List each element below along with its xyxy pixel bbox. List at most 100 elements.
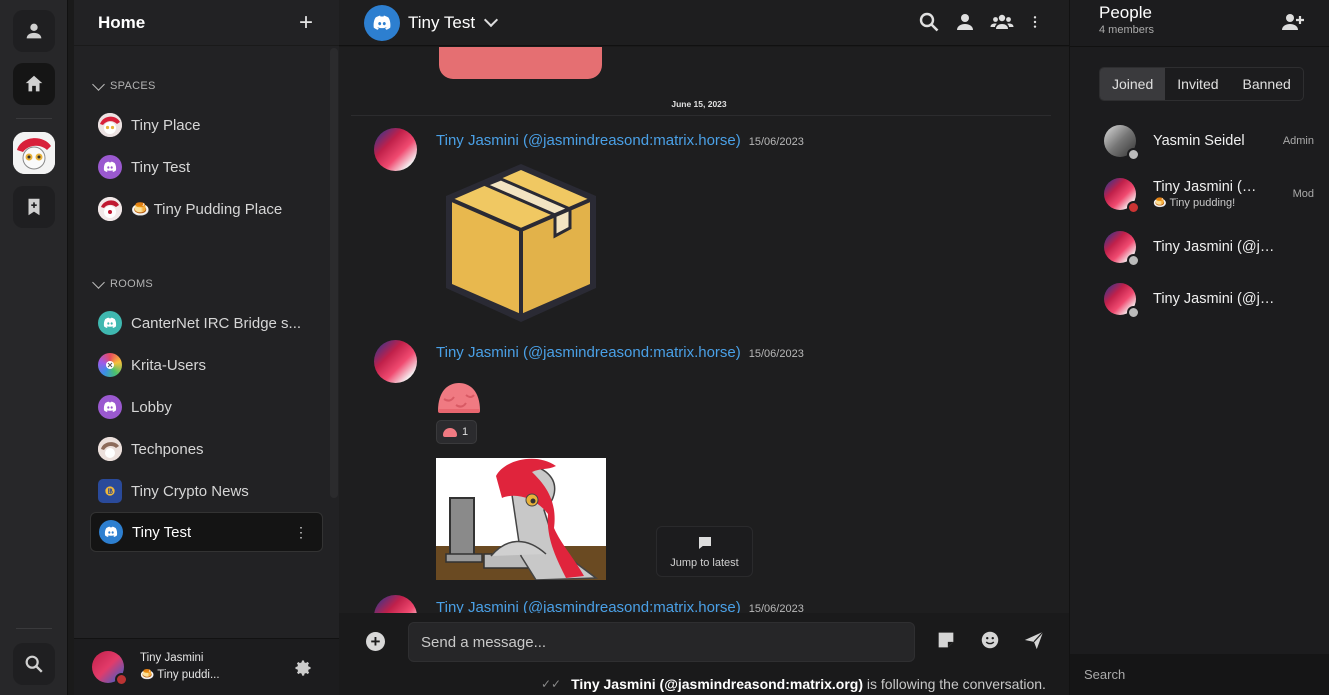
people-divider [1070, 46, 1329, 47]
room-avatar[interactable] [364, 4, 400, 41]
read-receipt-notice: ✓✓ Tiny Jasmini (@jasmindreasond:matrix.… [541, 676, 1046, 692]
room-item-krita-users[interactable]: Krita-Users [90, 345, 323, 385]
member-item[interactable]: Tiny Jasmini (@jasmindreasond) [1104, 281, 1314, 319]
send-icon[interactable] [1023, 629, 1045, 651]
chevron-down-icon [92, 77, 105, 91]
spaces-section-header[interactable]: SPACES [92, 77, 156, 92]
spaces-section-label: SPACES [110, 80, 156, 92]
member-item[interactable]: Yasmin Seidel Admin [1104, 123, 1314, 161]
people-icon[interactable] [989, 10, 1015, 34]
reaction-count: 1 [462, 426, 469, 438]
date-separator: June 15, 2023 [671, 99, 727, 109]
presence-dot [1127, 306, 1140, 319]
space-item-label: 🍮 Tiny Pudding Place [131, 201, 283, 218]
pudding-emoji [438, 383, 480, 413]
member-search-input[interactable] [1070, 654, 1329, 695]
emoji-icon[interactable] [979, 629, 1001, 651]
reaction-pill[interactable]: 1 [436, 420, 477, 444]
room-options-icon[interactable]: ⋮ [294, 524, 308, 541]
rail-divider [16, 628, 52, 629]
presence-dot [1127, 148, 1140, 161]
room-header: Tiny Test [339, 0, 1069, 46]
person-icon[interactable] [953, 10, 977, 34]
member-item[interactable]: Tiny Jasmini (@jasmindreasond:matrix.hor… [1104, 176, 1314, 214]
message-icon [698, 537, 711, 549]
avatar[interactable] [374, 595, 417, 613]
avatar[interactable] [374, 340, 417, 383]
avatar[interactable] [374, 128, 417, 171]
member-name: Tiny Jasmini (@jasmindreasond:matrix.org… [1153, 239, 1277, 255]
bookmark-icon [28, 198, 40, 216]
member-item[interactable]: Tiny Jasmini (@jasmindreasond:matrix.org… [1104, 229, 1314, 267]
user-panel: Tiny Jasmini 🍮 Tiny puddi... [74, 638, 339, 695]
space-item-tiny-pudding-place[interactable]: 🍮 Tiny Pudding Place [90, 189, 323, 229]
avatar [1104, 283, 1140, 319]
discord-icon [373, 15, 391, 30]
sender-name[interactable]: Tiny Jasmini (@jasmindreasond:matrix.hor… [436, 132, 741, 149]
user-status: 🍮 Tiny puddi... [140, 669, 220, 681]
space-item-label: Tiny Test [131, 158, 191, 176]
package-sticker[interactable] [436, 156, 606, 326]
room-sidebar: Home + SPACES Tiny Place Tiny Test 🍮 Tin… [74, 0, 339, 695]
invite-user-icon[interactable] [1281, 10, 1305, 34]
tab-joined[interactable]: Joined [1100, 68, 1166, 100]
person-icon [26, 23, 42, 39]
pony-avatar-icon [13, 132, 55, 174]
tab-invited[interactable]: Invited [1165, 68, 1230, 100]
room-item-tiny-test[interactable]: Tiny Test ⋮ [90, 512, 323, 552]
timeline[interactable]: June 15, 2023 Tiny Jasmini (@jasmindreas… [339, 47, 1069, 613]
space-tiny-place-button[interactable] [13, 132, 55, 174]
jump-to-latest-button[interactable]: Jump to latest [656, 526, 753, 577]
member-count: 4 members [1099, 24, 1155, 36]
following-user[interactable]: Tiny Jasmini (@jasmindreasond:matrix.org… [571, 676, 863, 692]
sender-name[interactable]: Tiny Jasmini (@jasmindreasond:matrix.hor… [436, 344, 741, 361]
search-button[interactable] [13, 643, 55, 685]
user-name: Tiny Jasmini [140, 652, 204, 664]
attach-icon[interactable]: + [366, 632, 385, 651]
member-name: Tiny Jasmini (@jasmindreasond) [1153, 291, 1277, 307]
room-item-label: Lobby [131, 398, 172, 416]
room-title[interactable]: Tiny Test [408, 13, 475, 33]
sidebar-scrollbar[interactable] [330, 48, 338, 498]
avatar[interactable] [92, 651, 128, 686]
sidebar-header: Home + [74, 0, 339, 46]
room-item-techpones[interactable]: Techpones [90, 429, 323, 469]
more-options-icon[interactable] [1027, 10, 1043, 34]
checkmark-icon: ✓✓ [541, 677, 562, 691]
discord-icon [99, 520, 123, 544]
sender-name[interactable]: Tiny Jasmini (@jasmindreasond:matrix.hor… [436, 599, 741, 613]
room-item-label: Tiny Test [132, 523, 192, 541]
room-item-lobby[interactable]: Lobby [90, 387, 323, 427]
add-icon[interactable]: + [299, 10, 313, 35]
rooms-section-header[interactable]: ROOMS [92, 275, 153, 290]
message-composer: + ✓✓ Tiny Jasmini (@jasmindreasond:matri… [339, 613, 1069, 695]
gear-icon[interactable] [293, 658, 313, 678]
message-timestamp: 15/06/2023 [748, 136, 804, 148]
sidebar-title: Home [98, 12, 146, 32]
profile-button[interactable] [13, 10, 55, 52]
avatar [1104, 125, 1140, 161]
discord-icon [98, 311, 122, 335]
tab-banned[interactable]: Banned [1231, 68, 1303, 100]
chevron-down-icon [92, 275, 105, 289]
avatar [1104, 178, 1140, 214]
presence-dot [1127, 254, 1140, 267]
message-timestamp: 15/06/2023 [748, 603, 804, 613]
space-item-tiny-place[interactable]: Tiny Place [90, 105, 323, 145]
presence-dot [1127, 201, 1140, 214]
pony-computer-image[interactable] [436, 458, 606, 580]
message-input[interactable] [408, 622, 915, 662]
room-item-tiny-crypto-news[interactable]: Tiny Crypto News [90, 471, 323, 511]
sticker-icon[interactable] [935, 629, 957, 651]
pony-avatar-icon [98, 437, 122, 461]
room-item-canternet[interactable]: CanterNet IRC Bridge s... [90, 303, 323, 343]
discord-icon [98, 395, 122, 419]
crypto-icon [98, 479, 122, 503]
space-item-tiny-test[interactable]: Tiny Test [90, 147, 323, 187]
chevron-down-icon[interactable] [484, 12, 499, 27]
bookmarks-button[interactable] [13, 186, 55, 228]
search-icon[interactable] [917, 10, 941, 34]
pony-avatar-icon [98, 197, 122, 221]
pudding-reaction-icon [443, 427, 457, 437]
home-button[interactable] [13, 63, 55, 105]
